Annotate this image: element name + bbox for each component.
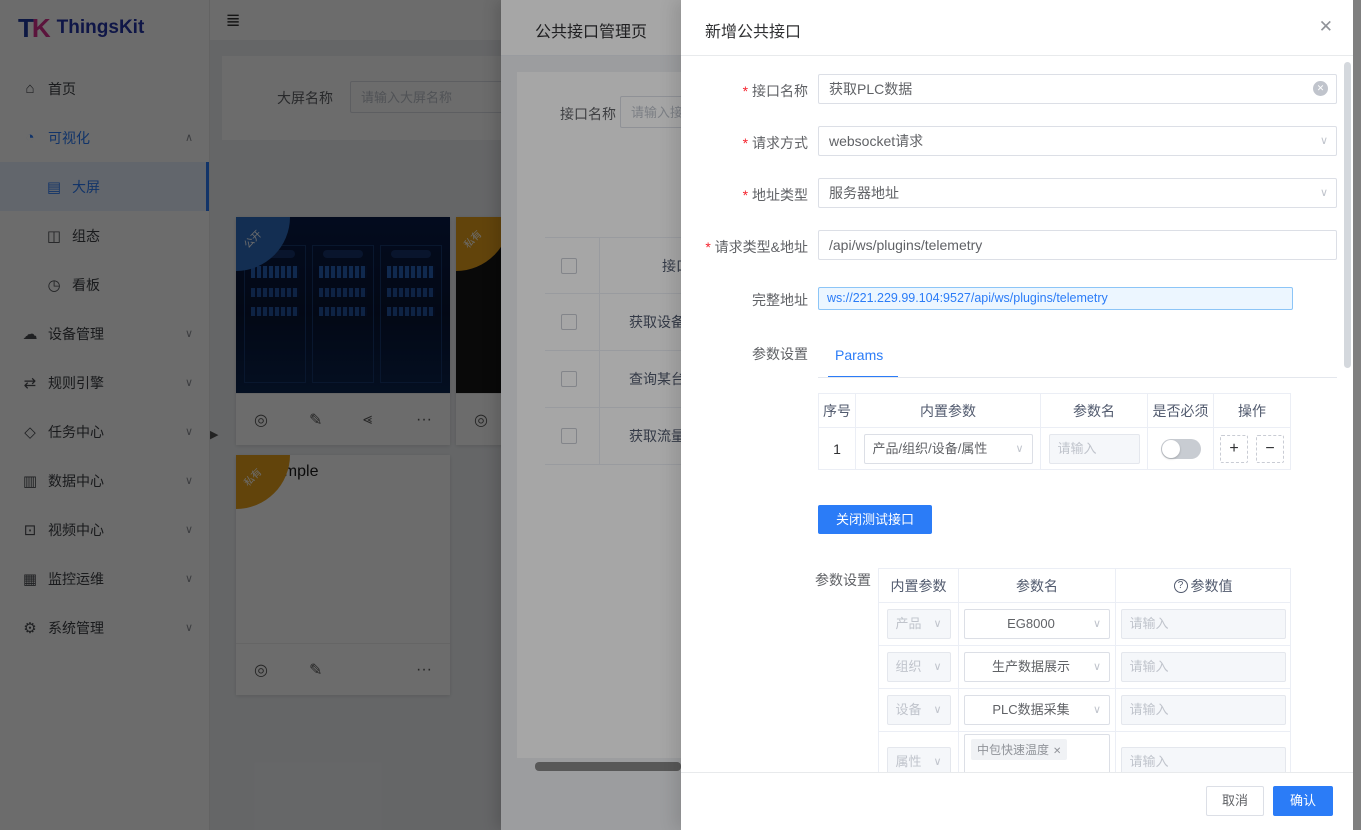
chevron-down-icon: ∨ <box>1320 179 1328 207</box>
add-row-button[interactable]: + <box>1220 435 1248 463</box>
addr-type-select[interactable]: 服务器地址 ∨ <box>818 178 1337 208</box>
tab-divider <box>818 377 1337 378</box>
product-select[interactable]: EG8000∨ <box>964 609 1110 639</box>
col-actions: 操作 <box>1214 394 1291 428</box>
drawer-body: 接口名称 ✕ 请求方式 websocket请求 ∨ 地址类型 服务器地址 ∨ 请… <box>681 56 1361 772</box>
col-param-name: 参数名 <box>959 569 1116 603</box>
full-addr-label: 完整地址 <box>681 290 808 310</box>
drawer-scrollbar-thumb[interactable] <box>1344 62 1351 368</box>
chevron-down-icon: ∨ <box>1093 610 1101 638</box>
attribute-tag: 中包快速温度✕ <box>971 739 1067 760</box>
api-name-input[interactable] <box>818 74 1337 104</box>
builtin-param-select[interactable]: 产品/组织/设备/属性 ∨ <box>864 434 1033 464</box>
cell-seq: 1 <box>819 428 856 470</box>
remove-row-button[interactable]: − <box>1256 435 1284 463</box>
window-scrollbar[interactable] <box>1353 0 1361 830</box>
request-mode-select[interactable]: websocket请求 ∨ <box>818 126 1337 156</box>
add-interface-drawer: 新增公共接口 ✕ 接口名称 ✕ 请求方式 websocket请求 ∨ 地址类型 … <box>681 0 1361 830</box>
builtin-select-attribute: 属性∨ <box>887 747 951 773</box>
param-value-input[interactable]: 请输入 <box>1121 695 1286 725</box>
param-value-input[interactable]: 请输入 <box>1121 652 1286 682</box>
confirm-button[interactable]: 确认 <box>1273 786 1333 816</box>
col-param-value: ? 参数值 <box>1116 569 1291 603</box>
drawer-title: 新增公共接口 <box>705 18 801 42</box>
drawer-header: 新增公共接口 ✕ <box>681 0 1361 56</box>
org-select[interactable]: 生产数据展示∨ <box>964 652 1110 682</box>
builtin-select-device: 设备∨ <box>887 695 951 725</box>
builtin-select-product: 产品∨ <box>887 609 951 639</box>
param-values-table: 内置参数 参数名 ? 参数值 产品∨ EG8000∨ 请输入 组织∨ 生产数据展… <box>878 568 1291 772</box>
col-seq: 序号 <box>819 394 856 428</box>
request-url-label: 请求类型&地址 <box>681 237 808 257</box>
chevron-down-icon: ∨ <box>1320 127 1328 155</box>
attribute-multiselect[interactable]: 中包快速温度✕ <box>964 734 1110 772</box>
request-url-input[interactable] <box>818 230 1337 260</box>
clear-input-icon[interactable]: ✕ <box>1313 81 1328 96</box>
values-section-label: 参数设置 <box>815 570 871 590</box>
param-name-input[interactable]: 请输入 <box>1049 434 1140 464</box>
builtin-select-org: 组织∨ <box>887 652 951 682</box>
close-test-interface-button[interactable]: 关闭测试接口 <box>818 505 932 534</box>
chevron-down-icon: ∨ <box>933 610 941 638</box>
device-select[interactable]: PLC数据采集∨ <box>964 695 1110 725</box>
api-name-label: 接口名称 <box>681 81 808 101</box>
tab-params[interactable]: Params <box>835 347 883 363</box>
params-table: 序号 内置参数 参数名 是否必须 操作 1 产品/组织/设备/属性 ∨ 请输入 … <box>818 393 1291 470</box>
chevron-down-icon: ∨ <box>1015 435 1023 463</box>
close-icon[interactable]: ✕ <box>1319 17 1333 37</box>
addr-type-label: 地址类型 <box>681 185 808 205</box>
param-value-input[interactable]: 请输入 <box>1121 609 1286 639</box>
col-param-name: 参数名 <box>1041 394 1148 428</box>
drawer-footer: 取消 确认 <box>681 772 1361 830</box>
col-required: 是否必须 <box>1148 394 1214 428</box>
chevron-down-icon: ∨ <box>933 696 941 724</box>
tag-remove-icon[interactable]: ✕ <box>1053 746 1061 757</box>
col-builtin: 内置参数 <box>856 394 1041 428</box>
full-addr-value: ws://221.229.99.104:9527/api/ws/plugins/… <box>818 287 1293 310</box>
help-icon[interactable]: ? <box>1174 579 1188 593</box>
params-section-label: 参数设置 <box>681 344 808 364</box>
request-mode-label: 请求方式 <box>681 133 808 153</box>
chevron-down-icon: ∨ <box>933 653 941 681</box>
chevron-down-icon: ∨ <box>1093 653 1101 681</box>
chevron-down-icon: ∨ <box>933 748 941 773</box>
required-toggle[interactable] <box>1161 439 1201 459</box>
col-builtin: 内置参数 <box>879 569 959 603</box>
param-value-input[interactable]: 请输入 <box>1121 747 1286 773</box>
chevron-down-icon: ∨ <box>1093 696 1101 724</box>
cancel-button[interactable]: 取消 <box>1206 786 1264 816</box>
